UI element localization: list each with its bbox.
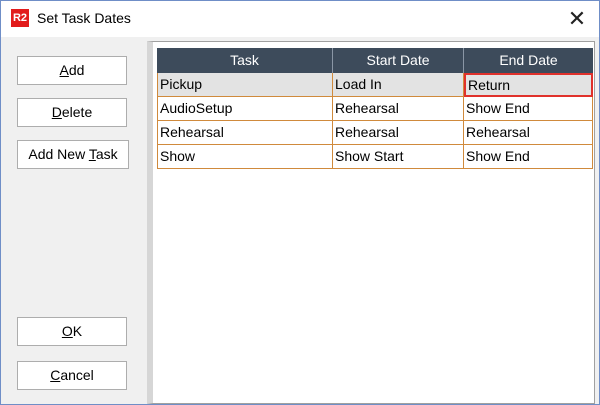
cell-end-date[interactable]: Rehearsal: [464, 121, 593, 145]
cell-task[interactable]: Rehearsal: [157, 121, 333, 145]
cancel-button-mnemonic: C: [50, 367, 61, 383]
cancel-button[interactable]: Cancel: [17, 361, 127, 390]
cell-start-date[interactable]: Rehearsal: [333, 97, 464, 121]
add-new-task-button[interactable]: Add New Task: [17, 140, 129, 169]
table-row[interactable]: Show Show Start Show End: [157, 145, 593, 169]
ok-button-mnemonic: O: [61, 323, 73, 339]
table-row[interactable]: Rehearsal Rehearsal Rehearsal: [157, 121, 593, 145]
cell-end-date[interactable]: Show End: [464, 145, 593, 169]
app-logo-icon: R2: [11, 9, 29, 27]
cell-task[interactable]: AudioSetup: [157, 97, 333, 121]
task-dates-table[interactable]: Task Start Date End Date Pickup Load In …: [147, 41, 595, 404]
cancel-button-label-post: ancel: [60, 367, 94, 383]
add-new-task-label-post: ask: [95, 146, 118, 162]
table-row[interactable]: Pickup Load In Return: [157, 73, 593, 97]
cell-end-date[interactable]: Show End: [464, 97, 593, 121]
window-title: Set Task Dates: [37, 10, 131, 26]
column-header-task[interactable]: Task: [157, 48, 333, 73]
add-button-mnemonic: A: [59, 62, 69, 78]
add-button[interactable]: Add: [17, 56, 127, 85]
set-task-dates-dialog: R2 Set Task Dates ✕ Add Delete Add New T…: [0, 0, 600, 405]
close-icon[interactable]: ✕: [561, 3, 593, 35]
delete-button-label-post: elete: [61, 104, 93, 120]
ok-button[interactable]: OK: [17, 317, 127, 346]
title-bar[interactable]: R2 Set Task Dates ✕: [1, 1, 599, 37]
cell-task[interactable]: Pickup: [157, 73, 333, 97]
column-header-end-date[interactable]: End Date: [464, 48, 593, 73]
column-header-start-date[interactable]: Start Date: [333, 48, 464, 73]
cell-start-date[interactable]: Load In: [333, 73, 464, 97]
add-new-task-label-pre: Add New: [28, 146, 89, 162]
delete-button-mnemonic: D: [51, 104, 62, 120]
add-new-task-mnemonic: T: [88, 146, 96, 162]
cell-start-date[interactable]: Show Start: [333, 145, 464, 169]
cell-start-date[interactable]: Rehearsal: [333, 121, 464, 145]
button-panel: Add Delete Add New Task OK Cancel: [9, 41, 143, 396]
cell-task[interactable]: Show: [157, 145, 333, 169]
ok-button-label-post: K: [72, 323, 83, 339]
cell-end-date[interactable]: Return: [464, 73, 593, 97]
delete-button[interactable]: Delete: [17, 98, 127, 127]
dialog-body: Add Delete Add New Task OK Cancel Task S…: [1, 37, 599, 404]
add-button-label-post: dd: [68, 62, 85, 78]
table-header: Task Start Date End Date: [157, 48, 593, 73]
table-row[interactable]: AudioSetup Rehearsal Show End: [157, 97, 593, 121]
table-body: Pickup Load In Return AudioSetup Rehears…: [157, 73, 593, 169]
